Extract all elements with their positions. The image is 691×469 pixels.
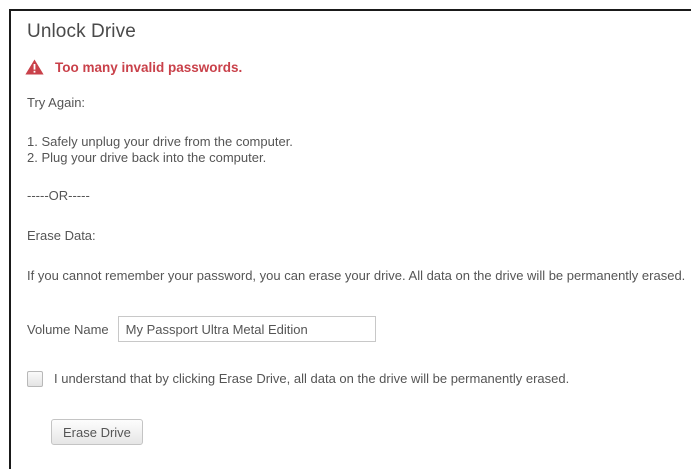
volume-name-label: Volume Name bbox=[27, 321, 109, 337]
volume-name-input[interactable] bbox=[117, 316, 376, 342]
error-text: Too many invalid passwords. bbox=[55, 59, 243, 75]
dialog-frame bbox=[9, 9, 691, 469]
step-2: 2. Plug your drive back into the compute… bbox=[27, 150, 267, 165]
volume-name-row: Volume Name bbox=[27, 316, 376, 342]
dialog-title: Unlock Drive bbox=[27, 21, 136, 42]
error-message: Too many invalid passwords. bbox=[25, 59, 242, 75]
confirm-checkbox[interactable] bbox=[27, 371, 43, 387]
confirm-label[interactable]: I understand that by clicking Erase Driv… bbox=[54, 370, 674, 387]
warning-triangle-icon bbox=[25, 59, 44, 75]
or-separator: -----OR----- bbox=[27, 188, 90, 203]
confirm-row: I understand that by clicking Erase Driv… bbox=[27, 370, 674, 387]
erase-drive-button[interactable]: Erase Drive bbox=[51, 419, 143, 445]
erase-description: If you cannot remember your password, yo… bbox=[27, 268, 686, 283]
step-1: 1. Safely unplug your drive from the com… bbox=[27, 134, 293, 149]
try-again-heading: Try Again: bbox=[27, 95, 86, 110]
erase-data-heading: Erase Data: bbox=[27, 228, 96, 243]
